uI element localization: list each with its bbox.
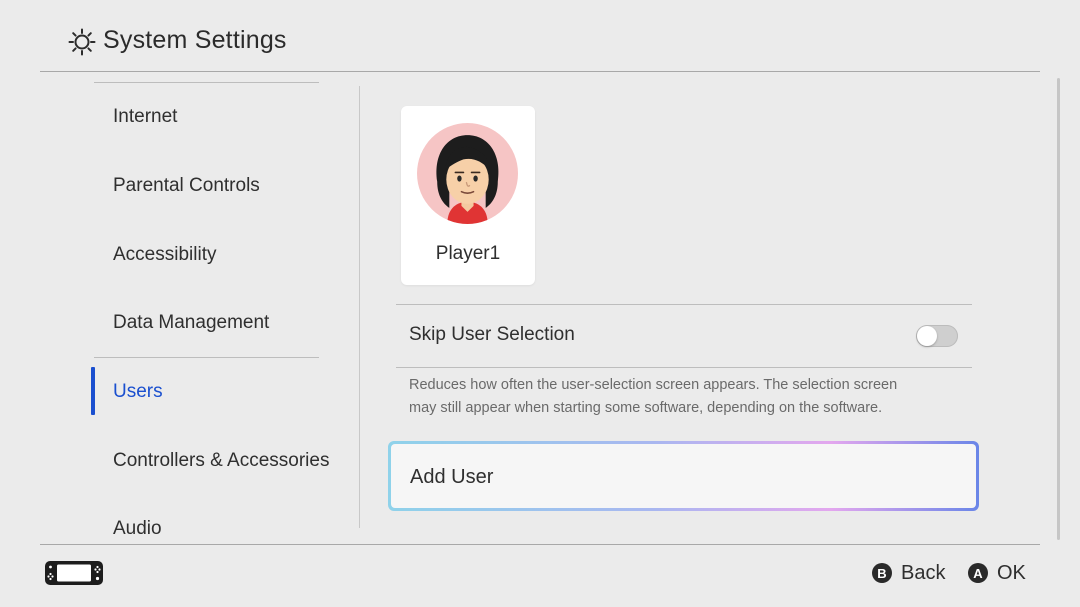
skip-user-selection-row[interactable]: Skip User Selection <box>396 305 972 367</box>
sidebar-item-controllers-accessories[interactable]: Controllers & Accessories <box>113 450 329 472</box>
avatar <box>417 123 518 224</box>
sidebar-item-audio[interactable]: Audio <box>113 518 162 540</box>
ok-label: OK <box>997 561 1026 584</box>
ok-button[interactable]: A OK <box>968 560 1026 586</box>
sidebar: Internet Parental Controls Accessibility… <box>0 72 360 544</box>
sidebar-divider <box>94 357 319 358</box>
add-user-label: Add User <box>410 466 494 488</box>
add-user-button[interactable]: Add User <box>388 441 979 511</box>
sidebar-item-accessibility[interactable]: Accessibility <box>113 244 216 266</box>
page-title: System Settings <box>103 26 287 54</box>
user-name: Player1 <box>435 243 501 264</box>
footer-divider <box>40 544 1040 545</box>
back-button[interactable]: B Back <box>872 560 945 586</box>
sidebar-item-parental-controls[interactable]: Parental Controls <box>113 175 260 197</box>
sidebar-selection-indicator <box>91 367 95 415</box>
sidebar-separator <box>359 86 360 528</box>
b-button-icon: B <box>872 563 892 583</box>
toggle-knob <box>917 326 937 346</box>
back-label: Back <box>901 561 946 584</box>
header: System Settings <box>0 0 1080 72</box>
gear-icon <box>68 28 96 56</box>
skip-user-selection-toggle[interactable] <box>916 325 958 347</box>
scrollbar[interactable] <box>1057 78 1060 540</box>
add-user-button-body: Add User <box>391 444 976 508</box>
settings-divider <box>396 367 972 368</box>
user-card-player1[interactable]: Player1 <box>401 106 535 285</box>
description-line: may still appear when starting some soft… <box>409 400 883 416</box>
skip-user-selection-description: Reduces how often the user-selection scr… <box>409 374 969 420</box>
sidebar-divider-top <box>94 82 319 83</box>
handheld-console-icon <box>45 561 103 585</box>
sidebar-item-internet[interactable]: Internet <box>113 106 177 128</box>
sidebar-item-users[interactable]: Users <box>113 381 163 403</box>
a-button-icon: A <box>968 563 988 583</box>
skip-user-selection-label: Skip User Selection <box>409 324 575 345</box>
sidebar-item-data-management[interactable]: Data Management <box>113 312 269 334</box>
description-line: Reduces how often the user-selection scr… <box>409 377 898 393</box>
